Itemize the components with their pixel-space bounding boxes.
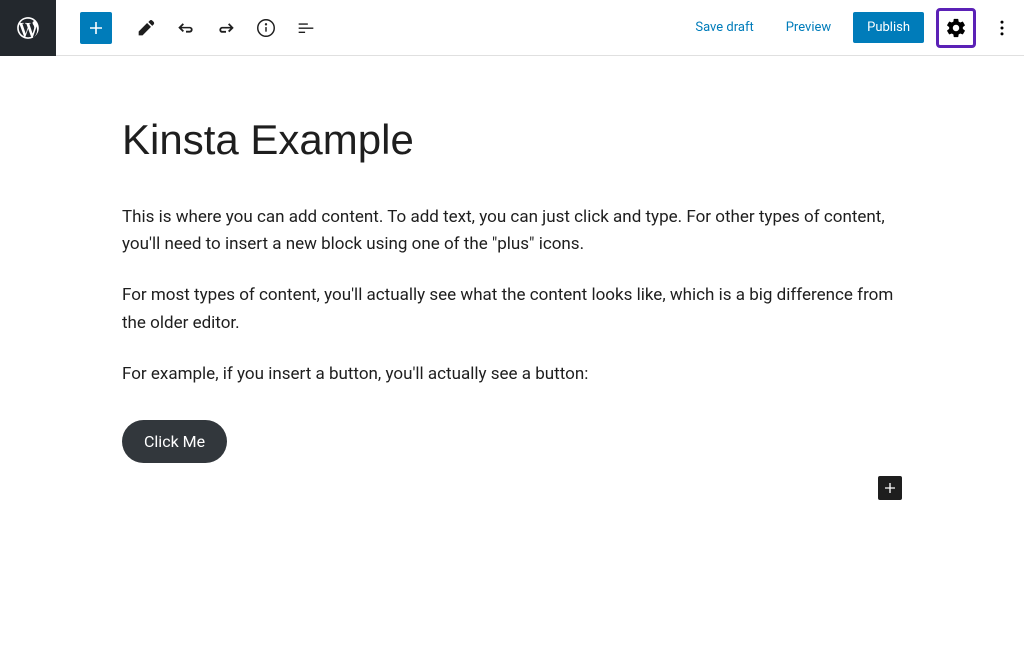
- info-button[interactable]: [248, 10, 284, 46]
- plus-icon: [84, 16, 108, 40]
- redo-button[interactable]: [208, 10, 244, 46]
- wordpress-logo[interactable]: [0, 0, 56, 56]
- editor-toolbar: Save draft Preview Publish: [0, 0, 1024, 56]
- pencil-icon: [135, 17, 157, 39]
- toolbar-left-group: [0, 0, 324, 55]
- preview-button[interactable]: Preview: [776, 14, 841, 41]
- wordpress-icon: [15, 15, 41, 41]
- edit-mode-button[interactable]: [128, 10, 164, 46]
- undo-button[interactable]: [168, 10, 204, 46]
- three-dots-vertical-icon: [992, 18, 1012, 38]
- undo-icon: [175, 17, 197, 39]
- toolbar-right-group: Save draft Preview Publish: [685, 8, 1016, 48]
- save-draft-button[interactable]: Save draft: [685, 14, 763, 41]
- info-icon: [255, 17, 277, 39]
- post-paragraph[interactable]: For example, if you insert a button, you…: [122, 361, 902, 388]
- editor-content-area: Kinsta Example This is where you can add…: [122, 56, 902, 463]
- add-block-inline-button[interactable]: [878, 476, 902, 500]
- more-options-button[interactable]: [988, 10, 1016, 46]
- add-block-button[interactable]: [80, 12, 112, 44]
- example-button-block[interactable]: Click Me: [122, 420, 227, 463]
- gear-icon: [945, 17, 967, 39]
- post-paragraph[interactable]: For most types of content, you'll actual…: [122, 282, 902, 336]
- publish-button[interactable]: Publish: [853, 12, 924, 43]
- plus-icon: [880, 478, 900, 498]
- list-icon: [295, 17, 317, 39]
- post-paragraph[interactable]: This is where you can add content. To ad…: [122, 204, 902, 258]
- redo-icon: [215, 17, 237, 39]
- outline-button[interactable]: [288, 10, 324, 46]
- post-title[interactable]: Kinsta Example: [122, 116, 902, 164]
- settings-button[interactable]: [936, 8, 976, 48]
